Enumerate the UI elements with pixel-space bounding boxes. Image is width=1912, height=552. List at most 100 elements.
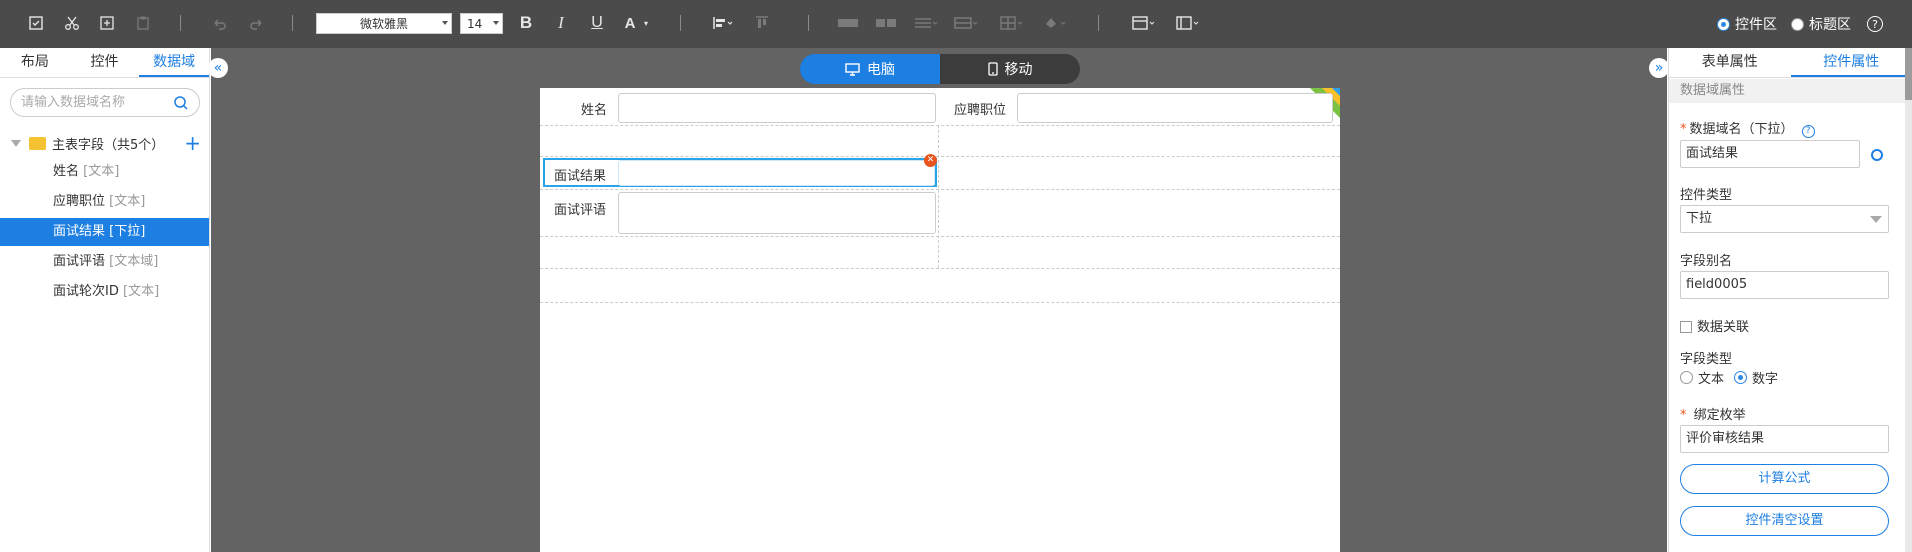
- fill-color-icon[interactable]: [1041, 12, 1069, 34]
- text-radio-icon[interactable]: [1680, 371, 1693, 384]
- tab-form-properties[interactable]: 表单属性: [1669, 48, 1791, 77]
- tab-layout[interactable]: 布局: [0, 48, 70, 77]
- cut-icon[interactable]: [62, 12, 82, 34]
- font-color-button[interactable]: A: [620, 12, 640, 34]
- font-size-value: 14: [467, 16, 483, 31]
- main-fields-group[interactable]: 主表字段（共5个） +: [0, 130, 209, 156]
- merge-cells-icon[interactable]: [836, 12, 860, 34]
- name-input[interactable]: [618, 93, 936, 123]
- section-title: 数据域属性: [1669, 79, 1905, 103]
- collapse-triangle-icon[interactable]: [11, 139, 21, 147]
- data-field-name-input[interactable]: 面试结果: [1680, 140, 1860, 168]
- field-name: 面试结果: [53, 224, 106, 239]
- undo-icon[interactable]: [210, 12, 230, 34]
- bind-enum-input[interactable]: 评价审核结果: [1680, 425, 1889, 453]
- mobile-tab[interactable]: 移动: [940, 54, 1080, 84]
- list-item-round-id[interactable]: 面试轮次ID [文本]: [0, 278, 209, 306]
- scrollbar-thumb[interactable]: [1905, 48, 1912, 100]
- field-name: 应聘职位: [53, 194, 106, 209]
- redo-icon[interactable]: [246, 12, 266, 34]
- list-item-interview-result[interactable]: 面试结果 [下拉]: [0, 218, 209, 246]
- underline-button[interactable]: U: [587, 12, 607, 34]
- field-type-text-label: 文本: [1698, 372, 1725, 387]
- bind-enum-label: * 绑定枚举: [1680, 404, 1746, 423]
- control-area-radio[interactable]: 控件区: [1717, 14, 1777, 34]
- font-family-value: 微软雅黑: [359, 17, 408, 31]
- insert-row-icon[interactable]: [912, 12, 940, 34]
- align-top-icon[interactable]: [752, 12, 778, 34]
- field-type: [文本域]: [109, 254, 159, 269]
- interview-result-label: 面试结果: [554, 169, 607, 184]
- data-field-name-label: * 数据域名（下拉） ?: [1680, 118, 1815, 138]
- split-cells-icon[interactable]: [874, 12, 898, 34]
- position-input[interactable]: [1017, 93, 1333, 123]
- list-item-interview-comment[interactable]: 面试评语 [文本域]: [0, 248, 209, 276]
- interview-result-dropdown[interactable]: [618, 160, 935, 186]
- title-area-radio-icon[interactable]: [1791, 17, 1804, 31]
- required-mark: *: [1680, 408, 1687, 423]
- data-field-search: [10, 88, 200, 117]
- tab-data-fields[interactable]: 数据域: [139, 48, 210, 77]
- preview-icon[interactable]: [26, 12, 46, 34]
- field-type: [文本]: [109, 194, 146, 209]
- data-link-checkbox[interactable]: 数据关联: [1680, 316, 1749, 335]
- link-settings-icon[interactable]: [1871, 149, 1883, 161]
- monitor-icon: [845, 62, 860, 76]
- field-name: 面试评语: [53, 254, 106, 269]
- layout-template-icon[interactable]: [1174, 12, 1202, 34]
- bind-enum-label-text: 绑定枚举: [1693, 408, 1746, 423]
- font-color-dropdown-icon[interactable]: ▾: [641, 12, 651, 34]
- tab-controls[interactable]: 控件: [70, 48, 140, 77]
- tab-control-properties[interactable]: 控件属性: [1790, 48, 1912, 77]
- help-circle-icon[interactable]: ?: [1801, 125, 1815, 138]
- font-family-select[interactable]: 微软雅黑: [316, 13, 452, 34]
- data-field-search-input[interactable]: [21, 95, 171, 110]
- delete-row-icon[interactable]: [952, 12, 980, 34]
- title-area-radio[interactable]: 标题区: [1791, 14, 1851, 34]
- checkbox-icon[interactable]: [1680, 321, 1692, 333]
- collapse-right-icon[interactable]: »: [1649, 58, 1669, 78]
- border-style-icon[interactable]: [1130, 12, 1158, 34]
- field-type: [下拉]: [109, 224, 146, 239]
- left-tabs: 布局 控件 数据域: [0, 48, 210, 78]
- control-area-radio-icon[interactable]: [1717, 17, 1730, 31]
- align-left-icon[interactable]: [710, 12, 736, 34]
- interview-comment-textarea[interactable]: [618, 192, 936, 234]
- desktop-label: 电脑: [867, 62, 895, 78]
- collapse-left-icon[interactable]: «: [208, 58, 228, 78]
- right-scrollbar[interactable]: [1905, 48, 1912, 552]
- desktop-tab[interactable]: 电脑: [800, 54, 940, 84]
- phone-icon: [987, 62, 998, 76]
- field-alias-input[interactable]: field0005: [1680, 271, 1889, 299]
- data-field-name-label-text: 数据域名（下拉）: [1689, 122, 1794, 137]
- right-panel: 表单属性 控件属性 数据域属性 * 数据域名（下拉） ? 面试结果 控件类型 下拉…: [1668, 48, 1912, 552]
- bold-button[interactable]: B: [516, 12, 536, 34]
- clear-settings-button[interactable]: 控件清空设置: [1680, 506, 1889, 536]
- copy-icon[interactable]: [97, 12, 117, 34]
- form-sheet: 姓名 应聘职位 面试结果 ✕ 面试评语: [540, 88, 1340, 552]
- data-link-label: 数据关联: [1697, 320, 1750, 335]
- font-size-select[interactable]: 14: [460, 13, 503, 34]
- remove-control-icon[interactable]: ✕: [924, 154, 937, 167]
- list-item-name[interactable]: 姓名 [文本]: [0, 158, 209, 186]
- list-item-position[interactable]: 应聘职位 [文本]: [0, 188, 209, 216]
- help-icon[interactable]: ?: [1867, 16, 1883, 32]
- name-label: 姓名: [581, 103, 608, 118]
- paste-icon[interactable]: [133, 12, 153, 34]
- title-area-label: 标题区: [1809, 17, 1851, 33]
- field-type-radios: 文本 数字: [1680, 368, 1778, 387]
- search-icon[interactable]: [173, 95, 189, 111]
- number-radio-icon[interactable]: [1734, 371, 1748, 384]
- control-type-select[interactable]: 下拉: [1680, 205, 1889, 233]
- table-grid-icon[interactable]: [998, 12, 1026, 34]
- italic-button[interactable]: I: [551, 12, 571, 34]
- toolbar: 微软雅黑 14 B I U A ▾ 控件区 标题区 ?: [0, 0, 1912, 48]
- field-name: 姓名: [53, 164, 80, 179]
- calc-formula-button[interactable]: 计算公式: [1680, 464, 1889, 494]
- field-type-label: 字段类型: [1680, 352, 1733, 367]
- add-field-icon[interactable]: +: [184, 133, 201, 153]
- control-area-label: 控件区: [1735, 17, 1777, 33]
- folder-icon: [29, 136, 46, 150]
- group-label: 主表字段（共5个）: [52, 137, 165, 153]
- device-toggle: 电脑 移动: [800, 54, 1080, 84]
